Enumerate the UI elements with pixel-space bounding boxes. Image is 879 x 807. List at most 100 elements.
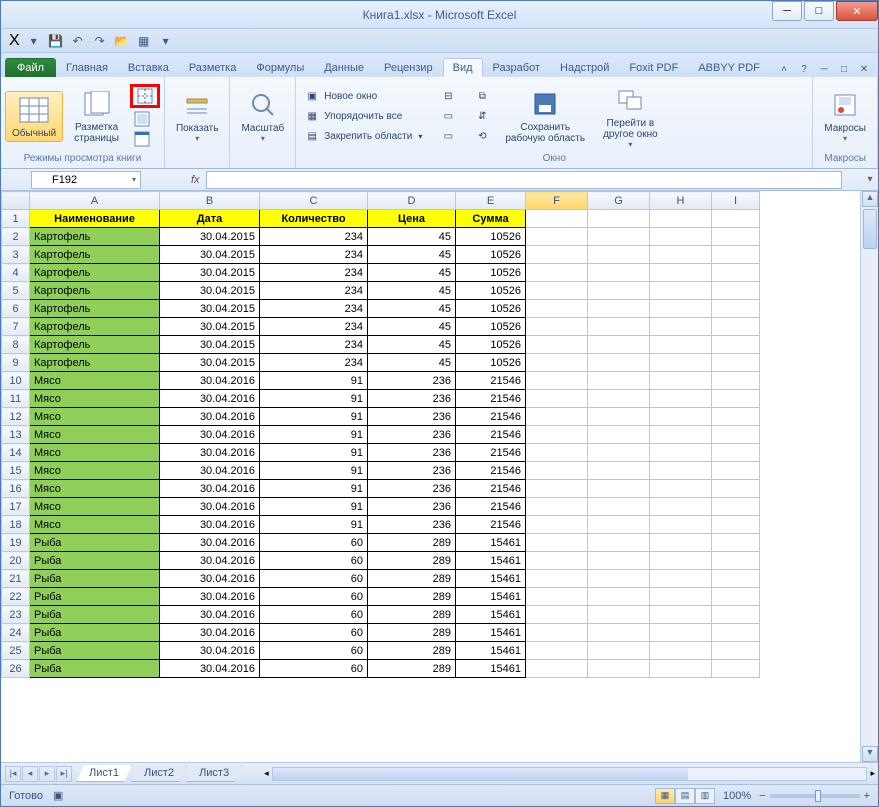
cell[interactable]: 21546 — [456, 462, 526, 480]
cell[interactable]: 234 — [260, 300, 368, 318]
cell[interactable]: 15461 — [456, 624, 526, 642]
cell[interactable] — [526, 318, 588, 336]
grid-content[interactable]: A B C D E F G H I 1НаименованиеДатаКолич… — [1, 191, 860, 762]
tab-Данные[interactable]: Данные — [314, 58, 374, 77]
cell[interactable]: 30.04.2016 — [160, 624, 260, 642]
cell[interactable] — [588, 552, 650, 570]
cell[interactable]: 21546 — [456, 480, 526, 498]
cell[interactable]: 30.04.2015 — [160, 318, 260, 336]
cell[interactable]: 30.04.2016 — [160, 660, 260, 678]
cell[interactable] — [526, 426, 588, 444]
cell[interactable] — [712, 444, 760, 462]
cell[interactable]: 289 — [368, 642, 456, 660]
cell[interactable] — [588, 264, 650, 282]
reset-pos-button[interactable]: ⟲ — [470, 127, 494, 145]
cell[interactable] — [588, 498, 650, 516]
cell[interactable] — [526, 534, 588, 552]
cell[interactable] — [526, 300, 588, 318]
cell[interactable] — [650, 228, 712, 246]
sheet-tab[interactable]: Лист2 — [131, 765, 187, 782]
cell[interactable]: 10526 — [456, 282, 526, 300]
next-sheet-icon[interactable]: ▸ — [39, 766, 55, 782]
cell[interactable]: 289 — [368, 552, 456, 570]
zoom-slider[interactable]: − + — [759, 790, 870, 802]
row-header[interactable]: 8 — [2, 336, 30, 354]
cell[interactable]: 30.04.2015 — [160, 300, 260, 318]
row-header[interactable]: 23 — [2, 606, 30, 624]
col-header[interactable]: G — [588, 192, 650, 210]
mdi-min-icon[interactable]: ─ — [816, 61, 832, 77]
cell[interactable]: 60 — [260, 660, 368, 678]
tab-Главная[interactable]: Главная — [56, 58, 118, 77]
col-header[interactable]: D — [368, 192, 456, 210]
cell[interactable]: 30.04.2016 — [160, 390, 260, 408]
row-header[interactable]: 21 — [2, 570, 30, 588]
row-header[interactable]: 11 — [2, 390, 30, 408]
zoom-in-icon[interactable]: + — [864, 790, 870, 802]
header-cell[interactable]: Наименование — [30, 210, 160, 228]
split-button[interactable]: ⊟ — [436, 87, 460, 105]
cell[interactable]: 236 — [368, 516, 456, 534]
open-icon[interactable]: 📂 — [114, 33, 130, 49]
cell[interactable]: 10526 — [456, 264, 526, 282]
cell[interactable]: Картофель — [30, 264, 160, 282]
cell[interactable] — [588, 426, 650, 444]
cell[interactable] — [526, 408, 588, 426]
minimize-ribbon-icon[interactable]: ˄ — [776, 61, 792, 77]
cell[interactable] — [712, 228, 760, 246]
cell[interactable] — [650, 390, 712, 408]
select-all-button[interactable] — [2, 192, 30, 210]
arrange-all-button[interactable]: ▦Упорядочить все — [300, 107, 426, 125]
view-page-layout-button[interactable]: Разметка страницы — [67, 85, 126, 147]
cell[interactable]: 15461 — [456, 642, 526, 660]
cell[interactable] — [526, 660, 588, 678]
redo-icon[interactable]: ↷ — [92, 33, 108, 49]
row-header[interactable]: 16 — [2, 480, 30, 498]
switch-window-button[interactable]: Перейти в другое окно ▾ — [596, 81, 665, 152]
cell[interactable] — [650, 210, 712, 228]
cell[interactable]: 91 — [260, 390, 368, 408]
cell[interactable]: Картофель — [30, 228, 160, 246]
cell[interactable] — [650, 534, 712, 552]
cell[interactable] — [712, 282, 760, 300]
sheet-tab[interactable]: Лист1 — [76, 765, 132, 782]
cell[interactable]: Рыба — [30, 534, 160, 552]
cell[interactable] — [712, 498, 760, 516]
cell[interactable] — [526, 264, 588, 282]
cell[interactable]: Картофель — [30, 318, 160, 336]
cell[interactable] — [650, 282, 712, 300]
zoom-out-icon[interactable]: − — [759, 790, 765, 802]
app-menu-icon[interactable]: ▾ — [26, 33, 42, 49]
cell[interactable] — [650, 318, 712, 336]
cell[interactable]: 60 — [260, 552, 368, 570]
cell[interactable]: 236 — [368, 444, 456, 462]
cell[interactable] — [526, 354, 588, 372]
row-header[interactable]: 14 — [2, 444, 30, 462]
cell[interactable]: 30.04.2016 — [160, 642, 260, 660]
cell[interactable] — [588, 570, 650, 588]
cell[interactable]: 45 — [368, 336, 456, 354]
cell[interactable] — [588, 228, 650, 246]
cell[interactable] — [712, 570, 760, 588]
cell[interactable] — [526, 516, 588, 534]
cell[interactable] — [650, 570, 712, 588]
scroll-thumb[interactable] — [863, 209, 877, 249]
cell[interactable]: 91 — [260, 516, 368, 534]
scroll-down-icon[interactable]: ▼ — [862, 746, 878, 762]
cell[interactable] — [712, 462, 760, 480]
cell[interactable]: 45 — [368, 246, 456, 264]
row-header[interactable]: 19 — [2, 534, 30, 552]
cell[interactable] — [650, 642, 712, 660]
cell[interactable] — [526, 246, 588, 264]
name-box[interactable]: F192 — [31, 171, 141, 189]
sheet-tab[interactable]: Лист3 — [186, 765, 242, 782]
cell[interactable]: Рыба — [30, 624, 160, 642]
cell[interactable]: 234 — [260, 282, 368, 300]
cell[interactable]: 30.04.2016 — [160, 606, 260, 624]
cell[interactable] — [712, 426, 760, 444]
cell[interactable] — [588, 282, 650, 300]
tab-Вид[interactable]: Вид — [443, 58, 483, 77]
cell[interactable] — [526, 570, 588, 588]
cell[interactable] — [588, 390, 650, 408]
cell[interactable]: 30.04.2015 — [160, 264, 260, 282]
